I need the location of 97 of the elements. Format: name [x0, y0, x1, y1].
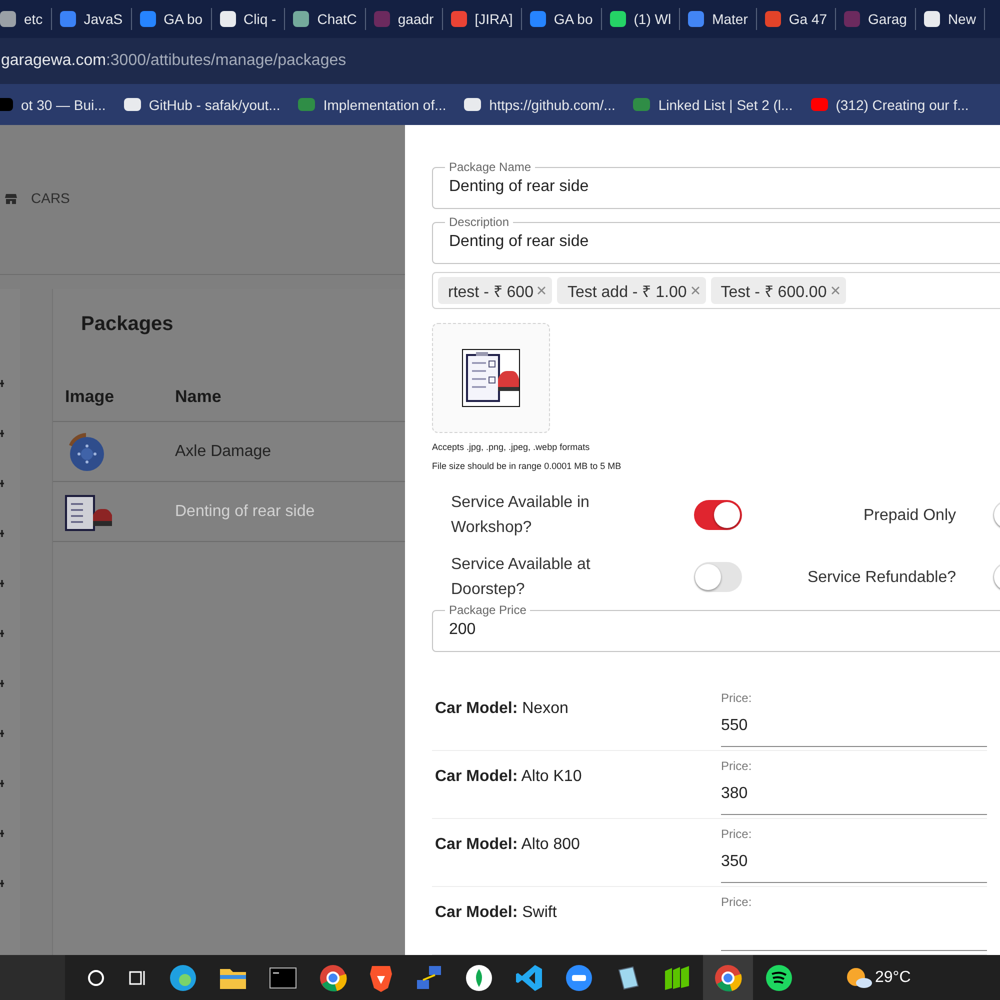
multi-select-field[interactable]: rtest - ₹ 600 Test add - ₹ 1.00 Test - ₹ 600.00 — [432, 272, 1000, 309]
browser-tab[interactable]: GA bo — [132, 8, 212, 30]
chrome-icon[interactable] — [319, 964, 347, 992]
card-title: Packages — [80, 312, 174, 337]
code-editor-icon[interactable] — [515, 964, 543, 992]
network-icon[interactable] — [415, 964, 443, 992]
image-upload[interactable] — [432, 323, 550, 433]
close-icon[interactable] — [690, 286, 700, 295]
browser-tab[interactable]: Mater — [680, 8, 757, 30]
blocks-icon[interactable] — [663, 964, 691, 990]
price-field[interactable]: Price: — [721, 895, 987, 951]
price-field[interactable]: Price: 350 — [721, 827, 987, 883]
plus-icon[interactable] — [0, 629, 6, 638]
plus-icon[interactable] — [0, 879, 6, 888]
table-cell: Denting of rear side — [175, 502, 315, 520]
field-label: Price: — [721, 895, 753, 909]
car-model-text: Car Model: Alto K10 — [435, 767, 583, 787]
close-icon[interactable] — [537, 286, 546, 295]
chip-label: Test add - ₹ 1.00 — [567, 282, 687, 302]
toggle-label: Service Available at Doorstep? — [451, 555, 592, 600]
plus-icon[interactable] — [0, 429, 6, 438]
column-header: Name — [175, 387, 222, 407]
browser-tab[interactable]: (1) Wl — [602, 8, 680, 30]
toggle-switch[interactable] — [694, 562, 742, 592]
bookmark[interactable]: Linked List | Set 2 (l... — [633, 96, 793, 112]
browser-tab[interactable]: Garag — [836, 8, 916, 30]
plus-icon[interactable] — [0, 529, 6, 538]
chip[interactable]: Test add - ₹ 1.00 — [557, 277, 706, 304]
field-value: 550 — [721, 716, 749, 735]
table-cell: Axle Damage — [175, 442, 272, 460]
task-view-icon[interactable] — [127, 968, 147, 986]
plus-icon[interactable] — [0, 379, 6, 388]
address-bar[interactable]: garagewa.com:3000/attibutes/manage/packages — [0, 52, 346, 70]
text-field[interactable]: Package Name Denting of rear side — [432, 160, 1000, 209]
plus-icon[interactable] — [0, 729, 6, 738]
browser-tab[interactable]: gaadr — [366, 8, 443, 30]
field-value: 380 — [721, 784, 749, 803]
plus-icon[interactable] — [0, 579, 6, 588]
car-model-text: Car Model: Swift — [435, 903, 558, 923]
field-label: Price: — [721, 691, 753, 705]
video-call-icon[interactable] — [565, 964, 593, 992]
weather-icon — [845, 966, 873, 990]
store-icon — [5, 194, 17, 204]
lion-shield-icon[interactable] — [369, 964, 393, 992]
bookmark[interactable]: ot 30 — Bui... — [0, 96, 106, 112]
car-model-text: Car Model: Nexon — [435, 699, 570, 719]
toggle-label: Service Refundable? — [806, 568, 956, 588]
terminal-icon[interactable] — [269, 966, 297, 988]
chip[interactable]: Test - ₹ 600.00 — [710, 277, 846, 304]
edge-icon[interactable] — [169, 964, 197, 992]
bookmark[interactable]: (312) Creating our f... — [810, 96, 969, 112]
browser-tab[interactable]: JavaS — [52, 8, 132, 30]
chip-label: rtest - ₹ 600 — [448, 282, 534, 302]
bookmark[interactable]: Implementation of... — [298, 96, 446, 112]
chip[interactable]: rtest - ₹ 600 — [438, 277, 552, 304]
chip-label: Test - ₹ 600.00 — [720, 282, 827, 302]
toggle-switch[interactable] — [694, 500, 742, 530]
field-label: Package Name — [448, 160, 532, 174]
hint-text: File size should be in range 0.0001 MB to 5 MB — [432, 461, 622, 471]
music-icon[interactable] — [765, 964, 793, 992]
text-field[interactable]: Package Price 200 — [432, 603, 1000, 652]
plus-icon[interactable] — [0, 779, 6, 788]
chrome-icon[interactable] — [714, 964, 742, 992]
browser-tab[interactable]: New — [916, 8, 985, 30]
temperature-text: 29°C — [875, 968, 911, 986]
hint-text: Accepts .jpg, .png, .jpeg, .webp formats — [432, 442, 591, 452]
browser-tab[interactable]: etc — [0, 8, 52, 30]
field-value: 350 — [721, 852, 749, 871]
checklist-car-icon — [65, 492, 113, 530]
browser-tab[interactable]: Cliq - — [212, 8, 286, 30]
field-label: Price: — [721, 827, 753, 841]
browser-tab[interactable]: Ga 47 — [756, 8, 836, 30]
browser-tab[interactable]: ChatC — [285, 8, 366, 30]
field-label: Price: — [721, 759, 753, 773]
price-field[interactable]: Price: 380 — [721, 759, 987, 815]
field-label: Description — [448, 215, 510, 229]
start-button[interactable] — [0, 955, 65, 1000]
column-header: Image — [64, 387, 116, 407]
field-value: Denting of rear side — [449, 177, 590, 196]
toggle-label: Prepaid Only — [862, 506, 956, 526]
car-model-text: Car Model: Alto 800 — [435, 835, 581, 855]
browser-tab[interactable]: GA bo — [522, 8, 602, 30]
toggle-label: Service Available in Workshop? — [451, 493, 590, 538]
plus-icon[interactable] — [0, 679, 6, 688]
plus-icon[interactable] — [0, 479, 6, 488]
search-icon[interactable] — [87, 968, 105, 986]
field-label: Package Price — [448, 603, 528, 617]
field-value: 200 — [449, 620, 477, 639]
price-field[interactable]: Price: 550 — [721, 691, 987, 747]
browser-tab[interactable]: [JIRA] — [442, 8, 522, 30]
close-icon[interactable] — [830, 286, 840, 295]
text-field[interactable]: Description Denting of rear side — [432, 215, 1000, 264]
field-value: Denting of rear side — [449, 232, 590, 251]
bookmark[interactable]: GitHub - safak/yout... — [124, 96, 280, 112]
leaf-icon[interactable] — [465, 964, 493, 992]
plus-icon[interactable] — [0, 829, 6, 838]
bookmark[interactable]: https://github.com/... — [464, 96, 616, 112]
